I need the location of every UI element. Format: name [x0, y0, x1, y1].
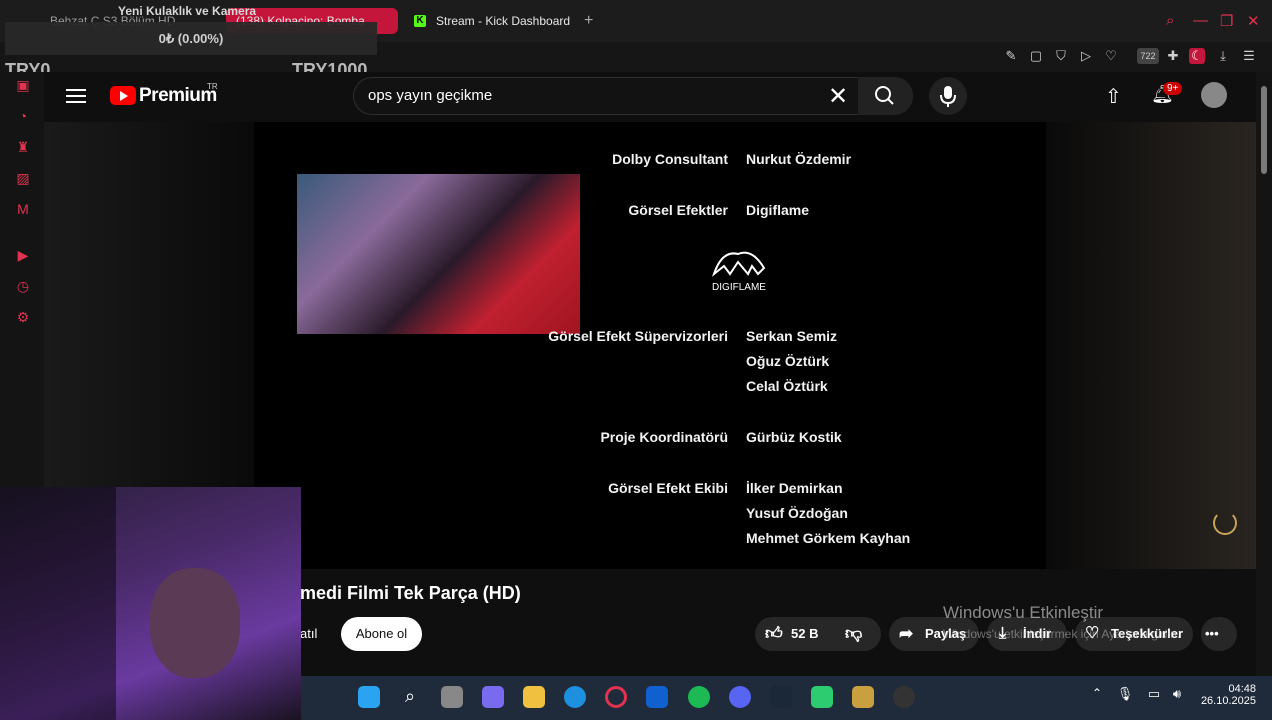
kick-icon: K	[414, 15, 426, 27]
heart-icon[interactable]: ♡	[1103, 48, 1119, 64]
minimize-icon[interactable]: —	[1193, 12, 1208, 29]
credit-role: Görsel Efektler	[628, 202, 728, 218]
overlay-progress-value: 0₺ (0.00%)	[158, 31, 224, 46]
microphone-icon	[940, 86, 956, 107]
scrollbar-thumb[interactable]	[1261, 86, 1267, 174]
credit-role: Proje Koordinatörü	[600, 429, 728, 445]
opera-icon[interactable]	[605, 686, 627, 708]
youtube-logo-icon[interactable]	[110, 86, 136, 105]
webcam-shadow	[0, 487, 116, 720]
digiflame-logo-text: DIGIFLAME	[712, 282, 766, 293]
edge-icon[interactable]	[564, 686, 586, 708]
region-code: TR	[207, 82, 218, 91]
obs-icon[interactable]	[893, 686, 915, 708]
film-still-image	[297, 174, 580, 334]
search-icon	[875, 86, 894, 105]
voice-search-button[interactable]	[929, 77, 967, 115]
tab-label: Stream - Kick Dashboard	[436, 14, 571, 28]
close-window-icon[interactable]: ✕	[1247, 12, 1260, 30]
notification-badge: 9+	[1163, 82, 1183, 95]
spotify-icon[interactable]	[688, 686, 710, 708]
credit-role: Görsel Efekt Süpervizorleri	[548, 328, 728, 344]
youtube-premium-logo-text[interactable]: Premium	[139, 85, 217, 107]
clock-date: 26.10.2025	[1200, 695, 1256, 707]
new-tab-button[interactable]: +	[584, 12, 593, 30]
credit-name: İlker Demirkan	[746, 480, 843, 496]
search-tabs-icon[interactable]: ⌕	[1166, 12, 1174, 29]
credit-name: Nurkut Özdemir	[746, 151, 852, 167]
crypto-icon[interactable]: ♜	[14, 138, 32, 156]
tray-chevron-icon[interactable]: ⌃	[1086, 686, 1108, 708]
credit-name: Yusuf Özdoğan	[746, 505, 848, 521]
volume-icon[interactable]: 🔊︎	[1166, 686, 1188, 708]
play-icon[interactable]: ▷	[1078, 48, 1094, 64]
extension-badge[interactable]: 722	[1137, 48, 1159, 64]
credit-name: Oğuz Öztürk	[746, 353, 830, 369]
taskbar-clock[interactable]: 04:48 26.10.2025	[1200, 683, 1256, 707]
copilot-icon[interactable]	[482, 686, 504, 708]
tab-kick-dashboard[interactable]: K Stream - Kick Dashboard	[404, 8, 594, 34]
settings-icon[interactable]: ⚙	[14, 308, 32, 326]
mail-icon[interactable]: M	[14, 200, 32, 218]
league-icon[interactable]	[852, 686, 874, 708]
start-icon[interactable]	[358, 686, 380, 708]
download-icon[interactable]: ⤓	[1215, 48, 1231, 64]
like-dislike-group: 👍︎ 52 B 👎︎	[755, 617, 881, 651]
wallet-icon[interactable]: ▨	[14, 169, 32, 187]
app-icon[interactable]	[811, 686, 833, 708]
flag-icon[interactable]: ☾	[1189, 48, 1205, 64]
subscribe-button[interactable]: Abone ol	[341, 617, 422, 651]
overlay-title: Yeni Kulaklık ve Kamera	[118, 4, 257, 18]
task-view-icon[interactable]	[441, 686, 463, 708]
search-icon[interactable]: ⌕	[399, 686, 421, 708]
credit-name: Serkan Semiz	[746, 328, 838, 344]
credit-role: Görsel Efekt Ekibi	[608, 480, 728, 496]
like-icon[interactable]: 👍︎	[765, 617, 783, 651]
messenger-icon[interactable]: ▣	[14, 76, 32, 94]
video-title: medi Filmi Tek Parça (HD)	[300, 583, 521, 603]
credit-name: Gürbüz Kostik	[746, 429, 842, 445]
like-count[interactable]: 52 B	[791, 617, 818, 651]
pin-icon[interactable]: ✎	[1003, 48, 1019, 64]
mic-tray-icon[interactable]: 🎙︎	[1114, 686, 1136, 708]
hamburger-menu-icon[interactable]	[66, 86, 86, 104]
extensions-icon[interactable]: ✚	[1165, 48, 1181, 64]
easy-setup-icon[interactable]: ☰	[1241, 48, 1257, 64]
network-icon[interactable]: ▭	[1143, 686, 1165, 708]
shield-icon[interactable]: ⛉	[1053, 48, 1069, 64]
share-icon: ➦	[899, 624, 914, 643]
more-icon: •••	[1205, 626, 1219, 641]
credit-name: Celal Öztürk	[746, 378, 828, 394]
credit-name: Digiflame	[746, 202, 810, 218]
upload-icon[interactable]: ⇧	[1105, 84, 1122, 109]
credit-role: Dolby Consultant	[612, 151, 728, 167]
search-input[interactable]: ops yayın geçikme	[368, 87, 492, 104]
snapshot-icon[interactable]: ▢	[1028, 48, 1044, 64]
avatar[interactable]	[1201, 82, 1227, 108]
windows-activation-title: Windows'u Etkinleştir	[943, 603, 1104, 622]
store-icon[interactable]	[646, 686, 668, 708]
discord-icon[interactable]	[729, 686, 751, 708]
player-icon[interactable]: ▶	[14, 246, 32, 264]
ambient-right	[1046, 122, 1256, 569]
steam-icon[interactable]	[770, 686, 792, 708]
credit-name: Mehmet Görkem Kayhan	[746, 530, 911, 546]
loading-spinner-icon	[1213, 511, 1237, 535]
clear-search-icon[interactable]: ✕	[828, 82, 848, 111]
restore-icon[interactable]: ❐	[1220, 12, 1233, 30]
file-explorer-icon[interactable]	[523, 686, 545, 708]
clock-time: 04:48	[1228, 683, 1256, 695]
aria-icon[interactable]: ◔	[14, 107, 32, 125]
digiflame-logo: DIGIFLAME	[711, 251, 766, 293]
streamer-face	[150, 568, 240, 678]
more-actions-button[interactable]: •••	[1201, 617, 1237, 651]
windows-activation-subtitle: Windows'u etkinleştirmek için Ayarlar'a …	[943, 627, 1181, 641]
dislike-icon[interactable]: 👎︎	[845, 617, 862, 651]
channel-name[interactable]: atıl	[300, 626, 317, 641]
search-button[interactable]	[858, 77, 913, 115]
history-icon[interactable]: ◷	[14, 277, 32, 295]
